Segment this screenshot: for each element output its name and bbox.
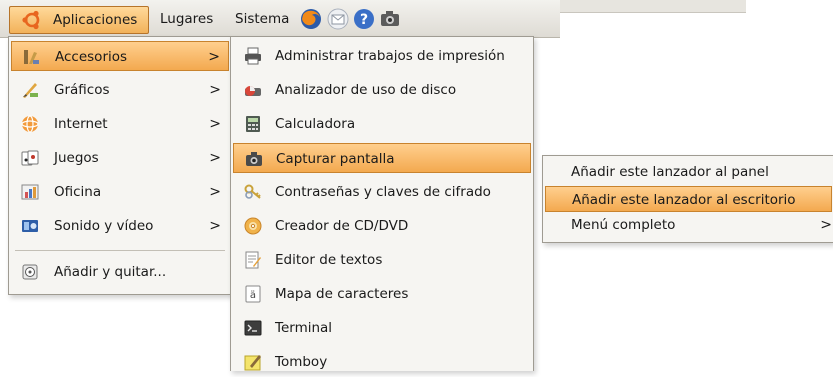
menu-item-contrasenas[interactable]: Contraseñas y claves de cifrado <box>233 177 531 207</box>
menu-item-label: Menú completo <box>571 217 676 233</box>
menu-item-label: Mapa de caracteres <box>275 286 409 302</box>
launcher-context-menu: Añadir este lanzador al panel Añadir est… <box>542 155 833 243</box>
top-panel: Aplicaciones Lugares Sistema ? <box>0 0 560 38</box>
menu-item-label: Añadir este lanzador al escritorio <box>572 192 796 208</box>
text-editor-icon <box>245 251 261 269</box>
menu-item-label: Accesorios <box>55 49 128 65</box>
terminal-icon <box>244 320 262 336</box>
submenu-arrow-icon: > <box>209 218 221 234</box>
menu-item-capturar-pantalla[interactable]: Capturar pantalla <box>233 143 531 173</box>
menu-item-label: Editor de textos <box>275 252 383 268</box>
applications-menu: Accesorios > Gráficos > Internet > Juego… <box>8 36 232 295</box>
menu-item-juegos[interactable]: Juegos > <box>11 143 229 173</box>
printer-icon <box>245 47 261 65</box>
menu-item-label: Juegos <box>54 150 99 166</box>
menu-item-accesorios[interactable]: Accesorios > <box>11 41 229 71</box>
menu-item-terminal[interactable]: Terminal <box>233 313 531 343</box>
menu-item-label: Sonido y vídeo <box>54 218 154 234</box>
disk-usage-icon <box>245 86 261 96</box>
menu-item-label: Añadir y quitar... <box>54 264 167 280</box>
menu-item-label: Oficina <box>54 184 102 200</box>
menu-item-label: Creador de CD/DVD <box>275 218 409 234</box>
menu-item-label: Añadir este lanzador al panel <box>571 164 769 180</box>
add-remove-icon <box>22 264 38 280</box>
menu-item-creador-cd-dvd[interactable]: Creador de CD/DVD <box>233 211 531 241</box>
menu-item-anadir-y-quitar[interactable]: Añadir y quitar... <box>11 257 229 287</box>
camera-icon <box>246 152 262 166</box>
menu-item-menu-completo[interactable]: Menú completo > <box>545 212 832 238</box>
internet-icon <box>21 115 39 133</box>
menu-item-calculadora[interactable]: Calculadora <box>233 109 531 139</box>
menu-separator <box>15 250 225 251</box>
menu-item-tomboy[interactable]: Tomboy <box>233 347 531 377</box>
screenshot-icon[interactable] <box>379 9 401 29</box>
menu-item-mapa-caracteres[interactable]: ä Mapa de caracteres <box>233 279 531 309</box>
accessories-submenu: Administrar trabajos de impresión Analiz… <box>230 36 534 371</box>
menu-item-label: Terminal <box>275 320 333 336</box>
applications-menu-button[interactable]: Aplicaciones <box>9 6 149 34</box>
menu-item-label: Analizador de uso de disco <box>275 82 457 98</box>
menu-item-label: Tomboy <box>275 354 328 370</box>
system-menu-button[interactable]: Sistema <box>235 6 289 32</box>
submenu-arrow-icon: > <box>209 150 221 166</box>
svg-text:?: ? <box>360 12 368 28</box>
cd-icon <box>244 217 262 235</box>
tomboy-icon <box>244 355 261 371</box>
menu-item-anadir-panel[interactable]: Añadir este lanzador al panel <box>545 159 832 185</box>
firefox-icon[interactable] <box>300 8 322 30</box>
panel-right-edge <box>560 0 746 13</box>
applications-menu-label: Aplicaciones <box>53 12 138 28</box>
submenu-arrow-icon: > <box>208 49 220 65</box>
submenu-arrow-icon: > <box>820 217 832 233</box>
menu-item-anadir-escritorio[interactable]: Añadir este lanzador al escritorio <box>545 186 832 212</box>
office-icon <box>21 184 39 200</box>
games-icon <box>21 150 39 166</box>
submenu-arrow-icon: > <box>209 184 221 200</box>
calculator-icon <box>246 116 260 132</box>
menu-item-oficina[interactable]: Oficina > <box>11 177 229 207</box>
svg-text:ä: ä <box>250 290 256 301</box>
menu-item-editor-textos[interactable]: Editor de textos <box>233 245 531 275</box>
accessories-icon <box>24 50 39 64</box>
ubuntu-logo-icon <box>22 10 40 30</box>
menu-item-label: Contraseñas y claves de cifrado <box>275 184 491 200</box>
submenu-arrow-icon: > <box>209 82 221 98</box>
menu-item-sonido-y-video[interactable]: Sonido y vídeo > <box>11 211 229 241</box>
menu-item-analizador-disco[interactable]: Analizador de uso de disco <box>233 75 531 105</box>
menu-item-label: Internet <box>54 116 108 132</box>
mail-icon[interactable] <box>327 8 349 30</box>
keys-icon <box>244 184 261 199</box>
menu-item-label: Gráficos <box>54 82 110 98</box>
help-icon[interactable]: ? <box>353 8 375 30</box>
graphics-icon <box>23 83 38 98</box>
submenu-arrow-icon: > <box>209 116 221 132</box>
menu-item-administrar-impresion[interactable]: Administrar trabajos de impresión <box>233 41 531 71</box>
places-menu-button[interactable]: Lugares <box>160 6 213 32</box>
menu-item-graficos[interactable]: Gráficos > <box>11 75 229 105</box>
menu-item-label: Administrar trabajos de impresión <box>275 48 505 64</box>
menu-item-label: Capturar pantalla <box>276 151 395 167</box>
menu-item-internet[interactable]: Internet > <box>11 109 229 139</box>
menu-item-label: Calculadora <box>275 116 356 132</box>
sound-video-icon <box>22 220 38 232</box>
charmap-icon: ä <box>245 285 261 303</box>
